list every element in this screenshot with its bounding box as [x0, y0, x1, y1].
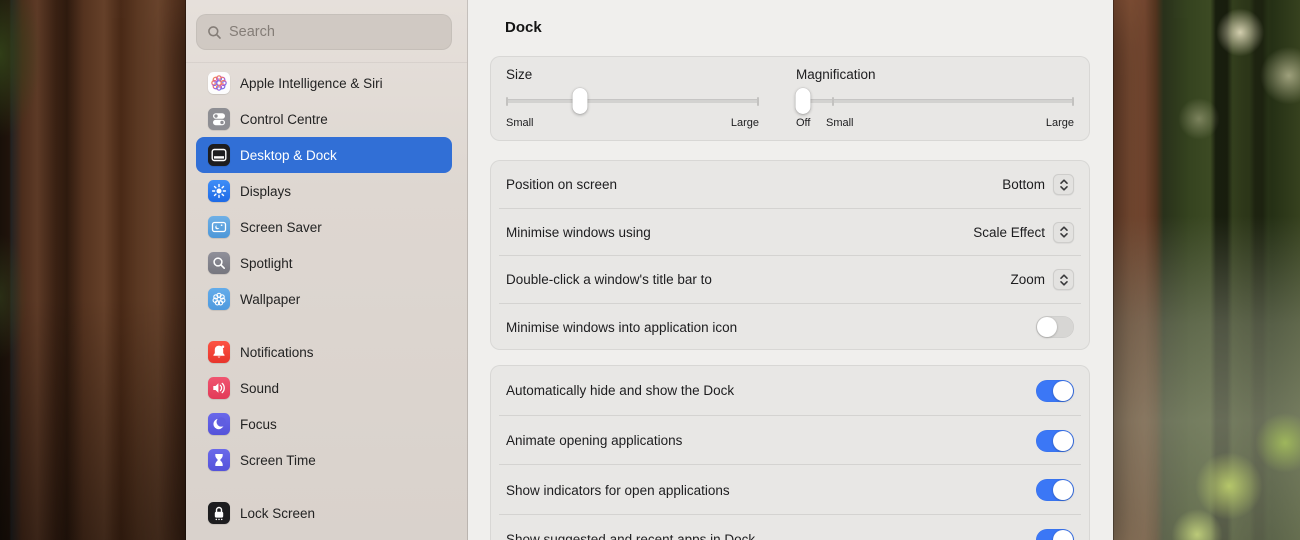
sidebar-item-desktop-dock[interactable]: Desktop & Dock	[196, 137, 452, 173]
position-on-screen-select[interactable]: Bottom	[1002, 174, 1074, 196]
dock-behavior-card: Position on screen Bottom Minimise windo…	[490, 160, 1090, 350]
search-input[interactable]: Search	[196, 14, 452, 50]
desktop-wallpaper-left	[0, 0, 186, 540]
system-settings-screen: Search Apple Intelligence & Siri Control…	[0, 0, 1300, 540]
sidebar-item-label: Screen Saver	[240, 219, 322, 235]
sidebar-nav: Apple Intelligence & Siri Control Centre…	[196, 65, 452, 531]
magnification-min-label: Small	[826, 117, 854, 129]
wallpaper-icon	[208, 288, 230, 310]
lock-screen-icon	[208, 502, 230, 524]
sidebar-item-control-centre[interactable]: Control Centre	[196, 101, 452, 137]
size-min-label: Small	[506, 117, 534, 129]
animate-opening-toggle[interactable]	[1036, 429, 1074, 452]
minimise-into-app-icon-toggle[interactable]	[1036, 316, 1074, 339]
show-suggested-recent-toggle[interactable]	[1036, 528, 1074, 540]
sidebar-item-wallpaper[interactable]: Wallpaper	[196, 281, 452, 317]
dock-size-slider-group: Size Small Large	[506, 57, 759, 142]
sidebar-item-label: Screen Time	[240, 452, 316, 468]
show-indicators-row: Show indicators for open applications	[491, 465, 1089, 515]
sidebar-item-sound[interactable]: Sound	[196, 370, 452, 406]
search-icon	[208, 25, 221, 39]
sidebar-item-label: Sound	[240, 380, 280, 396]
search-placeholder: Search	[229, 24, 275, 40]
control-centre-icon	[208, 108, 230, 130]
sidebar-item-lock-screen[interactable]: Lock Screen	[196, 495, 452, 531]
show-suggested-recent-label: Show suggested and recent apps in Dock	[506, 532, 756, 540]
sidebar-item-label: Notifications	[240, 344, 314, 360]
double-click-title-bar-label: Double-click a window's title bar to	[506, 272, 712, 288]
magnification-slider-label: Magnification	[796, 67, 876, 82]
minimise-windows-using-value: Scale Effect	[973, 224, 1045, 240]
double-click-title-bar-value: Zoom	[1010, 272, 1045, 288]
size-slider-label: Size	[506, 67, 533, 82]
system-settings-window: Search Apple Intelligence & Siri Control…	[186, 0, 1113, 540]
chevron-up-down-icon[interactable]	[1053, 174, 1074, 196]
sidebar-item-label: Control Centre	[240, 111, 328, 127]
position-on-screen-label: Position on screen	[506, 177, 618, 193]
dock-section-title: Dock	[505, 19, 542, 36]
auto-hide-dock-label: Automatically hide and show the Dock	[506, 383, 735, 399]
minimise-windows-using-select[interactable]: Scale Effect	[973, 221, 1074, 243]
sidebar-item-spotlight[interactable]: Spotlight	[196, 245, 452, 281]
minimise-into-app-icon-row: Minimise windows into application icon	[491, 304, 1089, 352]
size-max-label: Large	[730, 117, 759, 129]
double-click-title-bar-select[interactable]: Zoom	[1010, 269, 1074, 291]
settings-sidebar: Search Apple Intelligence & Siri Control…	[186, 0, 468, 540]
position-on-screen-value: Bottom	[1002, 177, 1045, 193]
minimise-windows-using-label: Minimise windows using	[506, 224, 651, 240]
dock-sliders-card: Size Small Large Magnification Off Small…	[490, 56, 1090, 141]
magnification-slider[interactable]	[795, 88, 1074, 114]
minimise-windows-using-row: Minimise windows using Scale Effect	[491, 209, 1089, 257]
focus-icon	[208, 413, 230, 435]
desktop-wallpaper-right	[1113, 0, 1300, 540]
sidebar-item-screen-time[interactable]: Screen Time	[196, 442, 452, 478]
desktop-dock-icon	[208, 144, 230, 166]
dock-magnification-slider-group: Magnification Off Small Large	[795, 57, 1074, 142]
size-slider-thumb[interactable]	[572, 88, 588, 114]
sidebar-item-apple-intelligence-siri[interactable]: Apple Intelligence & Siri	[196, 65, 452, 101]
animate-opening-row: Animate opening applications	[491, 416, 1089, 466]
displays-icon	[208, 180, 230, 202]
apple-intelligence-siri-icon	[208, 72, 230, 94]
sidebar-item-screen-saver[interactable]: Screen Saver	[196, 209, 452, 245]
show-indicators-toggle[interactable]	[1036, 479, 1074, 502]
show-indicators-label: Show indicators for open applications	[506, 482, 730, 498]
sidebar-item-label: Lock Screen	[240, 505, 316, 521]
sidebar-item-label: Desktop & Dock	[240, 147, 337, 163]
magnification-max-label: Large	[1045, 117, 1074, 129]
auto-hide-dock-row: Automatically hide and show the Dock	[491, 366, 1089, 416]
screen-saver-icon	[208, 216, 230, 238]
dock-options-card: Automatically hide and show the Dock Ani…	[490, 365, 1090, 540]
sidebar-item-notifications[interactable]: Notifications	[196, 334, 452, 370]
desktop-dock-pane: Dock Size Small Large Magnification Off …	[468, 0, 1113, 540]
notifications-icon	[208, 341, 230, 363]
sidebar-item-label: Wallpaper	[240, 291, 301, 307]
sidebar-item-label: Spotlight	[240, 255, 293, 271]
sidebar-item-label: Displays	[240, 183, 292, 199]
double-click-title-bar-row: Double-click a window's title bar to Zoo…	[491, 256, 1089, 304]
size-slider[interactable]	[506, 88, 759, 114]
sidebar-item-label: Focus	[240, 416, 277, 432]
screen-time-icon	[208, 449, 230, 471]
animate-opening-label: Animate opening applications	[506, 433, 683, 449]
magnification-off-label: Off	[796, 117, 811, 129]
chevron-up-down-icon[interactable]	[1053, 221, 1074, 243]
magnification-slider-thumb[interactable]	[795, 88, 811, 114]
position-on-screen-row: Position on screen Bottom	[491, 161, 1089, 209]
sidebar-divider	[186, 62, 467, 63]
sidebar-item-label: Apple Intelligence & Siri	[240, 75, 383, 91]
show-suggested-recent-row: Show suggested and recent apps in Dock	[491, 515, 1089, 540]
auto-hide-dock-toggle[interactable]	[1036, 379, 1074, 402]
sound-icon	[208, 377, 230, 399]
sidebar-item-focus[interactable]: Focus	[196, 406, 452, 442]
spotlight-icon	[208, 252, 230, 274]
chevron-up-down-icon[interactable]	[1053, 269, 1074, 291]
sidebar-item-displays[interactable]: Displays	[196, 173, 452, 209]
minimise-into-app-icon-label: Minimise windows into application icon	[506, 319, 738, 335]
